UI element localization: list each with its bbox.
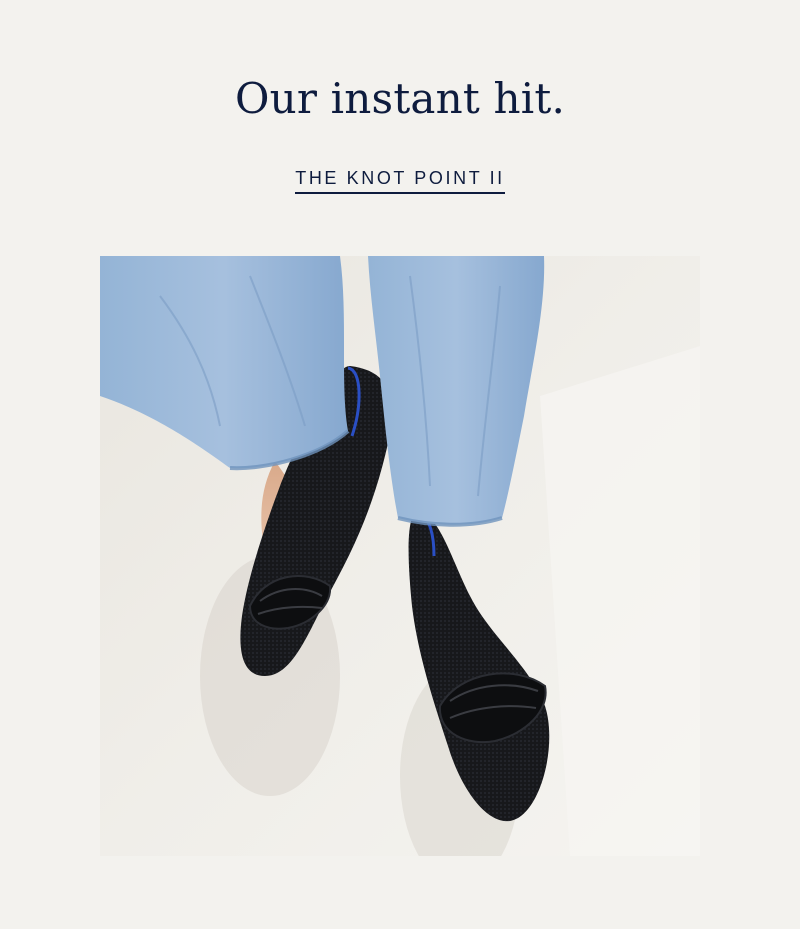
product-link-knot-point-ii[interactable]: THE KNOT POINT II (295, 168, 505, 194)
product-photo (100, 256, 700, 856)
headline: Our instant hit. (234, 74, 566, 123)
photo-illustration (100, 256, 700, 856)
cta-container: THE KNOT POINT II (0, 168, 800, 194)
